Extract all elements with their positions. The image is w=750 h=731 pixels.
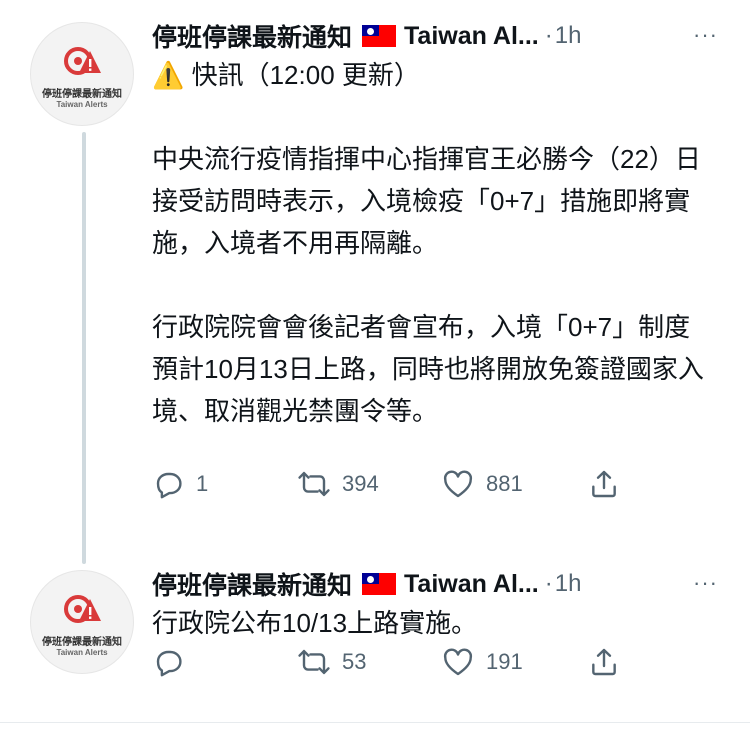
reply-icon xyxy=(156,650,182,677)
tweet-text: ⚠️ 快訊（12:00 更新） 中央流行疫情指揮中心指揮官王必勝今（22）日接受… xyxy=(152,60,704,426)
display-name[interactable]: 停班停課最新通知 xyxy=(152,18,352,54)
taiwan-flag-icon xyxy=(362,573,397,595)
retweet-count: 394 xyxy=(342,471,379,496)
separator: · xyxy=(544,22,553,49)
display-name[interactable]: 停班停課最新通知 xyxy=(152,566,352,602)
timestamp[interactable]: 1h xyxy=(555,22,582,50)
retweet-button[interactable]: 53 xyxy=(298,646,366,678)
heart-icon xyxy=(443,648,473,676)
avatar[interactable]: 停班停課最新通知 Taiwan Alerts xyxy=(30,570,134,674)
retweet-icon xyxy=(298,649,330,675)
reply-button[interactable] xyxy=(152,646,196,678)
separator: · xyxy=(544,570,553,597)
heart-icon xyxy=(443,470,473,498)
avatar[interactable]: 停班停課最新通知 Taiwan Alerts xyxy=(30,22,134,126)
tweet[interactable]: 停班停課最新通知 Taiwan Al... · 1h ··· 行政院公布10/1… xyxy=(152,566,730,644)
more-options-icon[interactable]: ··· xyxy=(693,22,718,48)
reply-button[interactable]: 1 xyxy=(152,468,208,500)
tweet-header: 停班停課最新通知 Taiwan Al... · 1h xyxy=(152,566,730,602)
tweet-header: 停班停課最新通知 Taiwan Al... · 1h xyxy=(152,18,730,54)
tweet-text: 行政院公布10/13上路實施。 xyxy=(152,608,478,638)
thread-connector-line xyxy=(82,132,86,564)
share-button[interactable] xyxy=(588,646,620,678)
retweet-button[interactable]: 394 xyxy=(298,468,379,500)
share-button[interactable] xyxy=(588,468,620,500)
more-options-icon[interactable]: ··· xyxy=(693,570,718,596)
taiwan-alerts-logo-icon xyxy=(64,595,101,623)
tweet[interactable]: 停班停課最新通知 Taiwan Al... · 1h ··· ⚠️ 快訊（12:… xyxy=(152,18,730,432)
handle-name[interactable]: Taiwan Al... xyxy=(404,22,539,51)
share-icon xyxy=(592,470,616,498)
like-button[interactable]: 881 xyxy=(442,468,523,500)
taiwan-alerts-logo-icon xyxy=(64,47,101,75)
share-icon xyxy=(592,648,616,676)
avatar-name-en: Taiwan Alerts xyxy=(56,648,108,657)
reply-icon xyxy=(156,472,182,499)
avatar-name-en: Taiwan Alerts xyxy=(56,100,108,109)
handle-name[interactable]: Taiwan Al... xyxy=(404,570,539,599)
timestamp[interactable]: 1h xyxy=(555,570,582,598)
retweet-icon xyxy=(298,471,330,497)
like-button[interactable]: 191 xyxy=(442,646,523,678)
retweet-count: 53 xyxy=(342,649,367,674)
like-count: 191 xyxy=(486,649,523,674)
like-count: 881 xyxy=(486,471,523,496)
taiwan-flag-icon xyxy=(362,25,397,47)
divider xyxy=(0,722,750,723)
avatar-name-cn: 停班停課最新通知 xyxy=(42,89,122,100)
reply-count: 1 xyxy=(196,471,209,496)
avatar-name-cn: 停班停課最新通知 xyxy=(42,637,122,648)
